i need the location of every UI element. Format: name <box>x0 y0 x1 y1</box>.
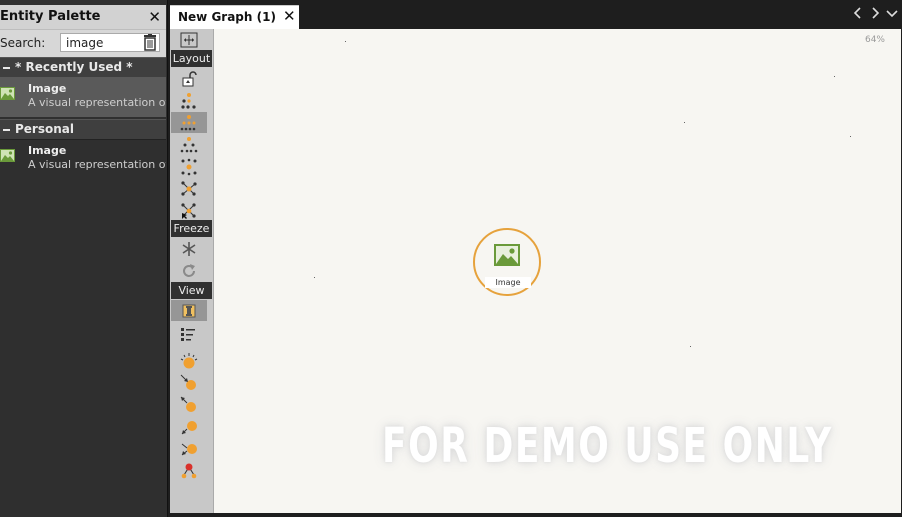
canvas-speck <box>850 136 851 137</box>
graph-toolbar: Layout Freeze View <box>170 29 214 513</box>
view-outgoing-button[interactable] <box>171 394 207 415</box>
bubble-view-icon <box>180 353 198 369</box>
view-both-button[interactable] <box>171 438 207 459</box>
lock-layout-button[interactable] <box>171 68 207 89</box>
canvas-speck <box>314 277 315 278</box>
view-hierarchy-button[interactable] <box>171 460 207 481</box>
palette-entity-image[interactable]: Image A visual representation of <box>0 139 166 179</box>
incoming-arrow-icon <box>181 421 197 435</box>
palette-search-row: Search: <box>0 29 166 57</box>
layout-interactive-button[interactable] <box>171 200 207 221</box>
tab-title: New Graph (1) <box>178 10 276 24</box>
collapse-icon <box>3 129 10 131</box>
list-view-icon <box>181 328 195 341</box>
organic-layout-icon <box>181 181 197 196</box>
chevron-left-icon[interactable] <box>851 6 865 20</box>
entity-name: Image <box>28 82 67 95</box>
incoming-links-icon <box>180 374 196 390</box>
interactive-layout-icon <box>181 203 196 219</box>
palette-header: Entity Palette ✕ <box>0 5 166 29</box>
layout-section-label: Layout <box>171 50 212 67</box>
window-bottom-border <box>168 513 902 517</box>
freeze-button[interactable] <box>171 238 207 259</box>
move-tool-button[interactable] <box>171 30 207 51</box>
palette-title: Entity Palette <box>0 9 101 24</box>
entity-description: A visual representation of <box>28 158 166 171</box>
hierarchy-layout-icon <box>180 115 196 131</box>
outgoing-links-icon <box>180 396 196 412</box>
view-incoming-alt-button[interactable] <box>171 416 207 437</box>
snowflake-icon <box>182 242 196 256</box>
graph-node-image[interactable]: Image <box>473 228 541 296</box>
image-icon <box>494 244 520 266</box>
demo-watermark: FOR DEMO USE ONLY <box>382 418 833 474</box>
tab-new-graph[interactable]: New Graph (1) ✕ <box>170 5 299 30</box>
canvas-speck <box>684 122 685 123</box>
entity-description: A visual representation of <box>28 96 166 109</box>
section-label: Personal <box>15 122 74 136</box>
layout-hierarchical-button[interactable] <box>171 112 207 133</box>
graph-tab-bar: New Graph (1) ✕ <box>168 0 902 30</box>
section-personal[interactable]: Personal <box>0 119 166 140</box>
view-bubble-button[interactable] <box>171 350 207 371</box>
move-icon <box>180 32 198 48</box>
collapse-icon <box>3 67 10 69</box>
chevron-right-icon[interactable] <box>868 6 882 20</box>
entity-view-icon <box>182 304 196 318</box>
section-label: * Recently Used * <box>15 60 133 74</box>
image-icon <box>0 87 15 100</box>
entity-name: Image <box>28 144 67 157</box>
canvas-speck <box>345 41 346 42</box>
centrality-layout-icon <box>181 158 197 176</box>
image-icon <box>0 149 15 162</box>
node-hierarchy-icon <box>181 463 197 479</box>
view-incoming-button[interactable] <box>171 372 207 393</box>
layout-centrality-button[interactable] <box>171 156 207 177</box>
node-label: Image <box>485 277 531 288</box>
view-list-button[interactable] <box>171 324 207 345</box>
unlock-icon <box>182 71 197 87</box>
layout-organic-button[interactable] <box>171 178 207 199</box>
chevron-down-icon[interactable] <box>885 6 899 20</box>
refresh-button[interactable] <box>171 260 207 281</box>
clear-search-trash-icon[interactable] <box>143 34 157 51</box>
search-label: Search: <box>0 36 46 50</box>
canvas-speck <box>834 76 835 77</box>
freeze-section-label: Freeze <box>171 220 212 237</box>
palette-entity-image[interactable]: Image A visual representation of <box>0 77 166 117</box>
layout-block-button[interactable] <box>171 90 207 111</box>
entity-palette: Entity Palette ✕ Search: * Recently Used… <box>0 0 168 517</box>
zoom-level: 64% <box>864 35 885 45</box>
tab-close-icon[interactable]: ✕ <box>283 7 296 25</box>
refresh-icon <box>183 264 195 277</box>
bidirectional-links-icon <box>181 443 197 456</box>
canvas-speck <box>690 346 691 347</box>
view-entity-button[interactable] <box>171 300 207 321</box>
palette-close-icon[interactable]: ✕ <box>148 5 161 29</box>
view-section-label: View <box>171 282 212 299</box>
block-layout-icon <box>181 93 196 109</box>
layout-tree-button[interactable] <box>171 134 207 155</box>
tree-layout-icon <box>180 137 198 153</box>
section-recently-used[interactable]: * Recently Used * <box>0 57 166 78</box>
